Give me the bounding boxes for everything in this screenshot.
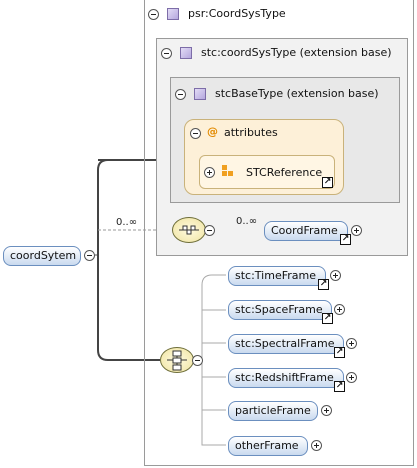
- link-arrow-icon[interactable]: ↗: [318, 279, 329, 290]
- spaceframe-element[interactable]: stc:SpaceFrame: [228, 300, 332, 320]
- stcreference-label: STCReference: [246, 166, 323, 179]
- choice-compositor-icon[interactable]: [160, 347, 194, 373]
- link-arrow-icon[interactable]: ↗: [322, 177, 333, 188]
- link-arrow-icon[interactable]: ↗: [334, 381, 345, 392]
- expand-icon[interactable]: [330, 270, 341, 281]
- collapse-icon[interactable]: [175, 89, 186, 100]
- attribute-at-icon: @: [207, 125, 218, 138]
- collapse-icon[interactable]: [192, 355, 203, 366]
- sequence-occurrence: 0..∞: [116, 217, 138, 228]
- expand-icon[interactable]: [334, 304, 345, 315]
- link-arrow-icon[interactable]: ↗: [334, 347, 345, 358]
- collapse-icon[interactable]: [190, 128, 201, 139]
- type-icon: [194, 88, 206, 100]
- otherframe-element[interactable]: otherFrame: [228, 436, 308, 456]
- expand-icon[interactable]: [346, 372, 357, 383]
- expand-icon[interactable]: [351, 225, 362, 236]
- extension-2-label: stcBaseType (extension base): [215, 87, 379, 100]
- expand-icon[interactable]: [204, 167, 215, 178]
- attribute-group-icon: [222, 165, 234, 177]
- redshiftframe-element[interactable]: stc:RedshiftFrame: [228, 368, 344, 388]
- coordframe-occurrence: 0..∞: [236, 216, 258, 227]
- link-arrow-icon[interactable]: ↗: [322, 313, 333, 324]
- attributes-label: attributes: [224, 126, 278, 139]
- coordsytem-element[interactable]: coordSytem: [3, 246, 81, 266]
- link-arrow-icon[interactable]: ↗: [340, 234, 351, 245]
- type-icon: [167, 8, 179, 20]
- collapse-icon[interactable]: [148, 9, 159, 20]
- expand-icon[interactable]: [346, 338, 357, 349]
- type-icon: [180, 47, 192, 59]
- particleframe-element[interactable]: particleFrame: [228, 401, 318, 421]
- collapse-icon[interactable]: [84, 250, 95, 261]
- spectralframe-element[interactable]: stc:SpectralFrame: [228, 334, 344, 354]
- expand-icon[interactable]: [311, 440, 322, 451]
- root-type-label: psr:CoordSysType: [188, 7, 286, 20]
- extension-1-label: stc:coordSysType (extension base): [201, 46, 392, 59]
- coordframe-element[interactable]: CoordFrame: [264, 221, 348, 241]
- expand-icon[interactable]: [321, 405, 332, 416]
- collapse-icon[interactable]: [204, 225, 215, 236]
- timeframe-element[interactable]: stc:TimeFrame: [228, 266, 326, 286]
- sequence-compositor-icon[interactable]: [172, 217, 206, 243]
- collapse-icon[interactable]: [161, 48, 172, 59]
